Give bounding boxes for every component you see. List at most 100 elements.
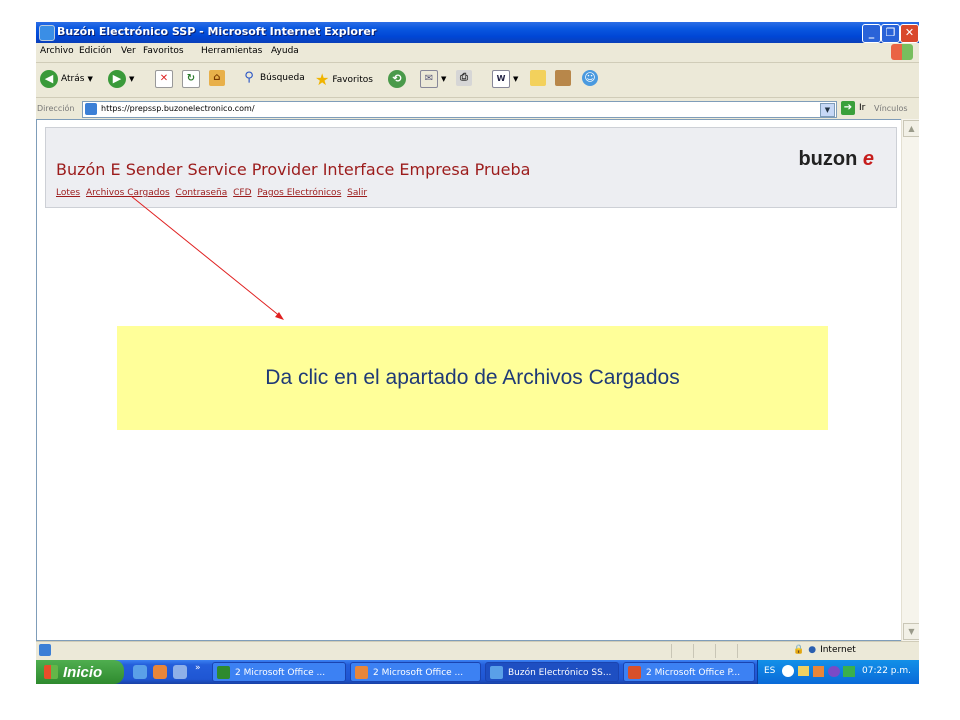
windows-flag-icon (44, 665, 58, 679)
ie-quicklaunch-icon[interactable] (133, 665, 147, 679)
taskbar-item-label: 2 Microsoft Office ... (235, 668, 326, 678)
taskbar-item[interactable]: 2 Microsoft Office ... (212, 662, 346, 682)
back-dropdown-icon[interactable]: ▼ (87, 75, 92, 83)
taskbar-item[interactable]: 2 Microsoft Office ... (350, 662, 481, 682)
close-button[interactable]: ✕ (900, 24, 919, 43)
search-label: Búsqueda (260, 73, 305, 83)
messenger-button[interactable]: ☺ (582, 70, 598, 86)
research-button[interactable] (555, 70, 571, 86)
mail-dropdown-icon[interactable]: ▼ (441, 75, 446, 83)
page-header: Buzón E Sender Service Provider Interfac… (45, 127, 897, 208)
go-label: Ir (859, 103, 866, 113)
home-button[interactable]: ⌂ (209, 70, 225, 86)
nav-link-cfd[interactable]: CFD (233, 188, 251, 198)
nav-link-archivos-cargados[interactable]: Archivos Cargados (86, 188, 170, 198)
zone-label: Internet (820, 645, 856, 655)
menu-archivo[interactable]: Archivo (40, 46, 74, 56)
stop-button[interactable]: ✕ (155, 70, 173, 88)
menu-ver[interactable]: Ver (121, 46, 136, 56)
links-toolbar[interactable]: Vínculos (874, 104, 908, 113)
scroll-up-button[interactable]: ▲ (903, 120, 919, 137)
page-title: Buzón E Sender Service Provider Interfac… (56, 160, 531, 179)
buzon-logo: buzon e (798, 148, 874, 171)
globe-icon: ● (808, 645, 817, 655)
outlook-quicklaunch-icon[interactable] (153, 665, 167, 679)
mail-button[interactable]: ✉ ▼ (420, 70, 446, 88)
status-bar: 🔒 ● Internet (36, 641, 919, 660)
scroll-down-button[interactable]: ▼ (903, 623, 919, 640)
folder-button[interactable] (530, 70, 546, 86)
forward-arrow-icon: ▶ (108, 70, 126, 88)
outlook-tray-icon[interactable] (813, 666, 824, 677)
search-icon: ⚲ (244, 70, 254, 85)
instruction-callout: Da clic en el apartado de Archivos Carga… (117, 326, 828, 430)
quicklaunch-more-icon[interactable]: » (195, 663, 201, 673)
print-button[interactable]: ⎙ (456, 70, 472, 86)
powerpoint-icon (628, 666, 641, 679)
mail-tray-icon[interactable] (798, 666, 809, 676)
nav-link-lotes[interactable]: Lotes (56, 188, 80, 198)
status-cell (671, 644, 692, 658)
history-icon: ⟲ (388, 70, 406, 88)
folder-icon (530, 70, 546, 86)
address-input[interactable]: https://prepssp.buzonelectronico.com/ ▼ (82, 101, 837, 118)
logo-text: buzon (798, 148, 858, 170)
edit-button[interactable]: W ▼ (492, 70, 518, 88)
start-button[interactable]: Inicio (36, 660, 124, 684)
forward-dropdown-icon[interactable]: ▼ (129, 75, 134, 83)
status-cell (737, 644, 758, 658)
ie-icon (39, 25, 55, 41)
vertical-scrollbar[interactable]: ▲ ▼ (901, 119, 919, 641)
nav-link-pagos-electronicos[interactable]: Pagos Electrónicos (257, 188, 341, 198)
menu-ayuda[interactable]: Ayuda (271, 46, 299, 56)
favorites-label: Favoritos (332, 74, 373, 85)
tray-collapse-icon[interactable] (782, 665, 794, 677)
nav-link-salir[interactable]: Salir (347, 188, 367, 198)
go-arrow-icon: ➔ (841, 101, 855, 115)
nav-links: Lotes Archivos Cargados Contraseña CFD P… (56, 188, 370, 198)
status-page-icon (39, 644, 51, 656)
refresh-button[interactable]: ↻ (182, 70, 200, 88)
instruction-text: Da clic en el apartado de Archivos Carga… (265, 366, 680, 389)
taskbar-item-label: 2 Microsoft Office P... (646, 668, 741, 678)
search-button[interactable]: ⚲ Búsqueda (241, 70, 305, 86)
history-button[interactable]: ⟲ (388, 70, 406, 88)
research-icon (555, 70, 571, 86)
minimize-button[interactable]: _ (862, 24, 881, 43)
taskbar-item[interactable]: 2 Microsoft Office P... (623, 662, 755, 682)
word-icon: W (492, 70, 510, 88)
security-tray-icon[interactable] (843, 666, 855, 677)
title-bar[interactable]: Buzón Electrónico SSP - Microsoft Intern… (36, 22, 919, 43)
menu-edicion[interactable]: Edición (79, 46, 112, 56)
address-url[interactable]: https://prepssp.buzonelectronico.com/ (101, 104, 255, 113)
outlook-icon (355, 666, 368, 679)
nav-link-contrasena[interactable]: Contraseña (176, 188, 228, 198)
desktop-quicklaunch-icon[interactable] (173, 665, 187, 679)
status-cell (693, 644, 714, 658)
lock-icon: 🔒 (793, 645, 805, 655)
taskbar-item[interactable]: Buzón Electrónico SS... (485, 662, 619, 682)
edit-dropdown-icon[interactable]: ▼ (513, 75, 518, 83)
windows-logo-icon (891, 44, 913, 60)
network-tray-icon[interactable] (828, 666, 840, 677)
security-zone[interactable]: 🔒 ● Internet (793, 645, 856, 655)
stop-icon: ✕ (155, 70, 173, 88)
menu-favoritos[interactable]: Favoritos (143, 46, 184, 56)
clock[interactable]: 07:22 p.m. (862, 666, 911, 676)
favorites-button[interactable]: ★ Favoritos (315, 70, 373, 89)
back-label: Atrás (61, 74, 85, 84)
maximize-button[interactable]: ❐ (881, 24, 900, 43)
page-icon (85, 103, 97, 115)
back-button[interactable]: ◀ Atrás ▼ (40, 70, 93, 88)
forward-button[interactable]: ▶ ▼ (108, 70, 134, 88)
menu-herramientas[interactable]: Herramientas (201, 46, 262, 56)
taskbar-item-label: 2 Microsoft Office ... (373, 668, 464, 678)
language-indicator[interactable]: ES (764, 666, 775, 676)
go-button[interactable]: ➔ Ir (841, 101, 865, 115)
toolbar: ◀ Atrás ▼ ▶ ▼ ✕ ↻ ⌂ ⚲ Búsqueda ★ Favorit… (36, 63, 919, 98)
back-arrow-icon: ◀ (40, 70, 58, 88)
address-bar: Dirección https://prepssp.buzonelectroni… (36, 98, 919, 119)
status-cell (715, 644, 736, 658)
excel-icon (217, 666, 230, 679)
address-dropdown-icon[interactable]: ▼ (820, 103, 835, 117)
